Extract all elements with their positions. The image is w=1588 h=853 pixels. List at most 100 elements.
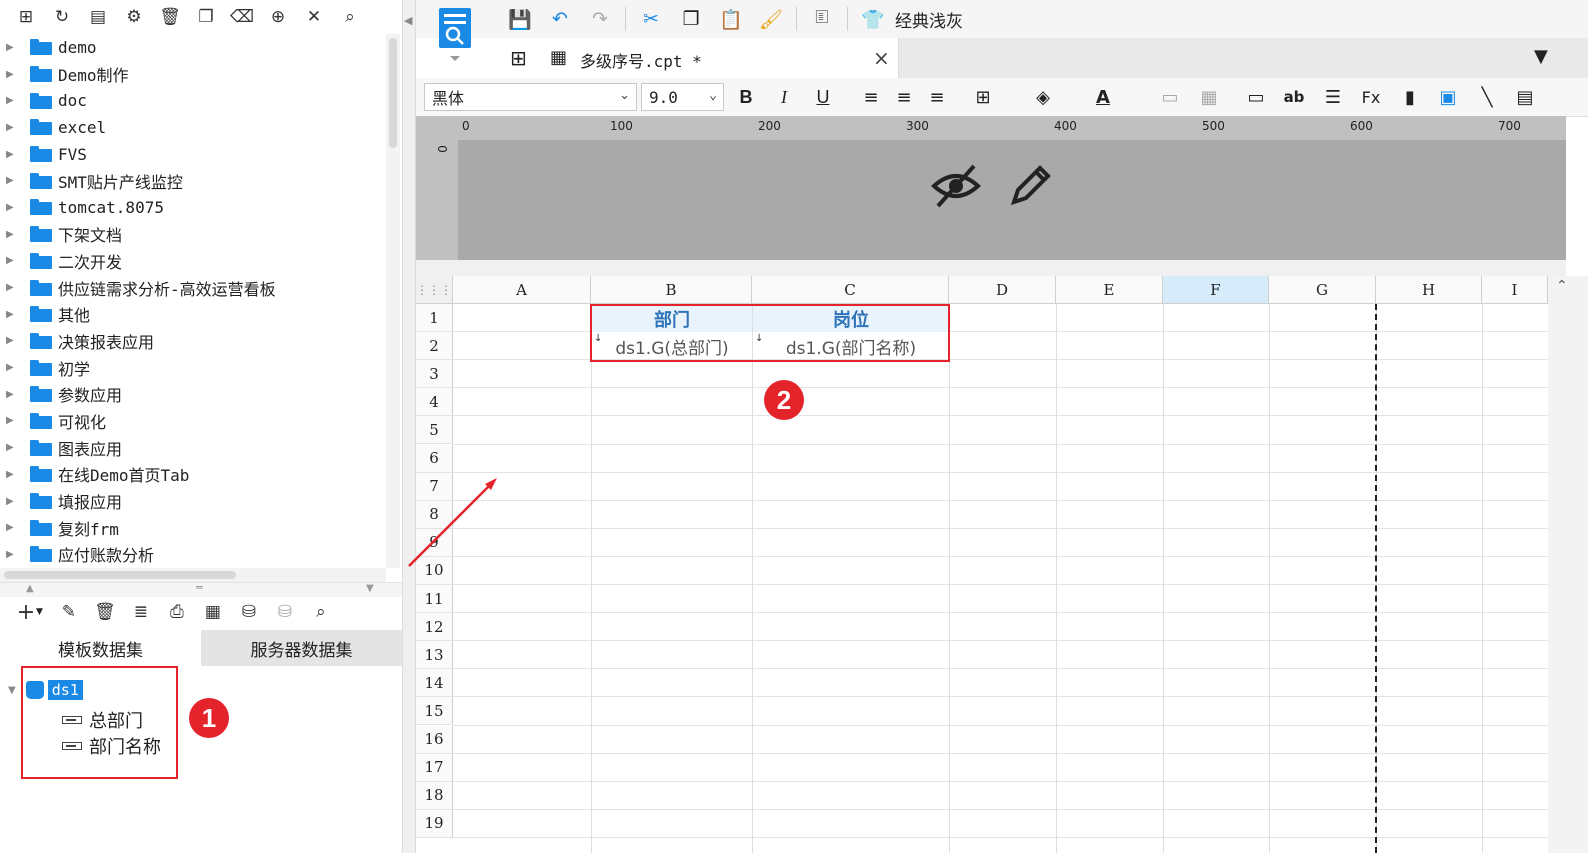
chevron-right-icon[interactable]: ▶: [6, 149, 18, 160]
tree-folder-item[interactable]: ▶ excel: [0, 114, 386, 141]
scroll-up-icon[interactable]: ⌃: [1556, 278, 1568, 294]
redo-icon[interactable]: ↷: [587, 6, 613, 32]
row-header-14[interactable]: 14: [416, 669, 453, 698]
chevron-right-icon[interactable]: ▶: [6, 69, 18, 80]
tree-folder-item[interactable]: ▶ 供应链需求分析-高效运营看板: [0, 274, 386, 301]
tree-folder-item[interactable]: ▶ 参数应用: [0, 381, 386, 408]
row-header-12[interactable]: 12: [416, 613, 453, 642]
edit-icon[interactable]: ✎: [58, 601, 80, 623]
tree-folder-item[interactable]: ▶ 其他: [0, 301, 386, 328]
unmerge-cell-icon[interactable]: ▦: [1196, 84, 1222, 110]
dataset-search-icon[interactable]: ⌕: [310, 601, 332, 623]
text-field-icon[interactable]: ▭: [1243, 84, 1269, 110]
row-header-18[interactable]: 18: [416, 781, 453, 810]
row-header-13[interactable]: 13: [416, 641, 453, 670]
tree-vertical-scroll-thumb[interactable]: [389, 38, 397, 148]
tab-report[interactable]: ⊞ ▦ 多级序号.cpt * ×: [500, 38, 899, 78]
delete-icon[interactable]: 🗑: [159, 6, 181, 28]
tab-template-dataset[interactable]: 模板数据集: [0, 630, 201, 666]
dataset-edit-icon[interactable]: ▦: [202, 601, 224, 623]
chevron-right-icon[interactable]: ▶: [6, 229, 18, 240]
left-panel-divider[interactable]: ◀: [402, 0, 416, 853]
settings-icon[interactable]: ⚙: [123, 6, 145, 28]
select-all-corner[interactable]: ⋮⋮⋮: [416, 276, 453, 304]
expand-arrow-icon[interactable]: ▼: [8, 685, 16, 696]
database-icon[interactable]: ≣: [130, 601, 152, 623]
row-header-2[interactable]: 2: [416, 332, 453, 361]
formula-icon[interactable]: Fx: [1358, 84, 1384, 110]
column-header-E[interactable]: E: [1056, 276, 1163, 304]
row-header-19[interactable]: 19: [416, 809, 453, 838]
template-icon[interactable]: ▤: [87, 6, 109, 28]
collapse-down-icon[interactable]: ▼: [366, 583, 374, 594]
chart-icon[interactable]: ▮: [1397, 84, 1423, 110]
column-header-B[interactable]: B: [591, 276, 752, 304]
column-header-A[interactable]: A: [453, 276, 591, 304]
copy-icon[interactable]: ❐: [678, 6, 704, 32]
row-header-16[interactable]: 16: [416, 725, 453, 754]
chevron-right-icon[interactable]: ▶: [6, 122, 18, 133]
panel-splitter[interactable]: ▲ ═ ▼: [0, 581, 402, 597]
locate-icon[interactable]: ⊕: [267, 6, 289, 28]
theme-icon[interactable]: 👕: [860, 6, 886, 32]
text-cell-icon[interactable]: ab: [1281, 84, 1307, 110]
tree-folder-item[interactable]: ▶ demo: [0, 34, 386, 61]
align-right-icon[interactable]: ≡: [924, 84, 950, 110]
tab-list-icon[interactable]: ▼: [1534, 46, 1548, 67]
tree-folder-item[interactable]: ▶ doc: [0, 87, 386, 114]
row-header-6[interactable]: 6: [416, 444, 453, 473]
tree-folder-item[interactable]: ▶ 图表应用: [0, 434, 386, 461]
cut-icon[interactable]: ✂: [638, 6, 664, 32]
sheet-vertical-scrollbar[interactable]: ⌃: [1548, 276, 1588, 853]
slash-icon[interactable]: ╲: [1474, 84, 1500, 110]
tree-folder-item[interactable]: ▶ SMT贴片产线监控: [0, 167, 386, 194]
chevron-right-icon[interactable]: ▶: [6, 95, 18, 106]
chevron-right-icon[interactable]: ▶: [6, 549, 18, 560]
rich-text-icon[interactable]: ☰: [1320, 84, 1346, 110]
server-db-icon[interactable]: ⛁: [238, 601, 260, 623]
tree-folder-item[interactable]: ▶ 可视化: [0, 408, 386, 435]
text-box-icon[interactable]: 🗉: [809, 6, 835, 32]
copy-icon[interactable]: ❐: [195, 6, 217, 28]
chevron-right-icon[interactable]: ▶: [6, 335, 18, 346]
row-header-5[interactable]: 5: [416, 416, 453, 445]
row-header-3[interactable]: 3: [416, 360, 453, 389]
align-left-icon[interactable]: ≡: [858, 84, 884, 110]
report-header-area[interactable]: [458, 140, 1566, 260]
theme-label[interactable]: 经典浅灰: [895, 7, 963, 32]
row-header-17[interactable]: 17: [416, 753, 453, 782]
chevron-right-icon[interactable]: ▶: [6, 389, 18, 400]
chevron-right-icon[interactable]: ▶: [6, 202, 18, 213]
undo-icon[interactable]: ↶: [547, 6, 573, 32]
chevron-right-icon[interactable]: ▶: [6, 415, 18, 426]
chevron-right-icon[interactable]: ▶: [6, 469, 18, 480]
column-header-G[interactable]: G: [1269, 276, 1376, 304]
font-family-select[interactable]: 黑体 ⌄: [424, 83, 637, 111]
border-icon[interactable]: ⊞: [970, 84, 996, 110]
tree-horizontal-scroll-thumb[interactable]: [4, 571, 236, 579]
new-folder-icon[interactable]: ⊞: [15, 6, 37, 28]
tree-folder-item[interactable]: ▶ 在线Demo首页Tab: [0, 461, 386, 488]
tree-folder-item[interactable]: ▶ 决策报表应用: [0, 328, 386, 355]
column-header-C[interactable]: C: [752, 276, 949, 304]
sub-report-icon[interactable]: ▤: [1512, 84, 1538, 110]
hide-eye-icon[interactable]: [930, 162, 982, 210]
drag-handle-icon[interactable]: ═: [196, 581, 203, 594]
collapse-up-icon[interactable]: ▲: [26, 583, 34, 594]
row-header-11[interactable]: 11: [416, 585, 453, 614]
save-icon[interactable]: 💾: [507, 6, 533, 32]
fill-color-icon[interactable]: ◈: [1030, 84, 1056, 110]
chevron-right-icon[interactable]: ▶: [6, 442, 18, 453]
chevron-right-icon[interactable]: ▶: [6, 175, 18, 186]
paste-icon[interactable]: 📋: [718, 6, 744, 32]
column-header-F[interactable]: F: [1163, 276, 1269, 304]
add-icon[interactable]: +: [15, 600, 37, 625]
underline-button[interactable]: U: [810, 84, 836, 110]
chevron-right-icon[interactable]: ▶: [6, 309, 18, 320]
italic-button[interactable]: I: [771, 84, 797, 110]
collapse-icon[interactable]: ✕: [303, 6, 325, 28]
add-dropdown-icon[interactable]: ▼: [36, 607, 43, 617]
tree-folder-item[interactable]: ▶ Demo制作: [0, 61, 386, 88]
grid-view-icon[interactable]: ⊞: [510, 46, 527, 70]
tree-folder-item[interactable]: ▶ 填报应用: [0, 488, 386, 515]
